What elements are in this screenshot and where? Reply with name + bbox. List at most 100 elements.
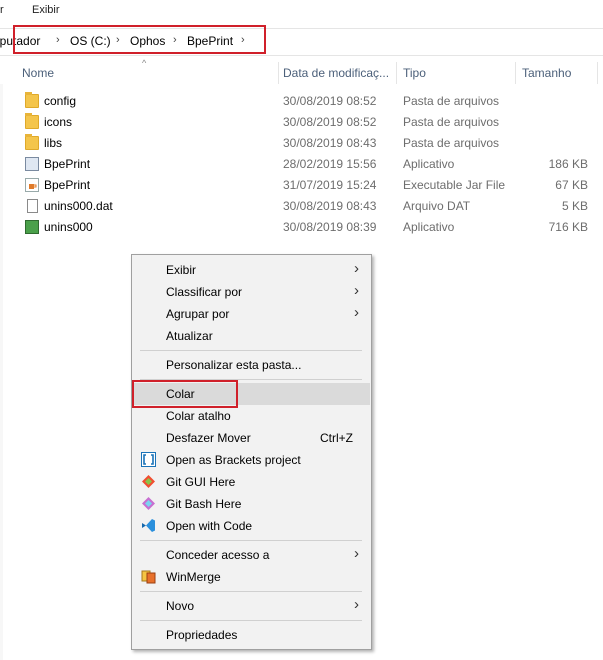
menu-item-winmerge[interactable]: WinMerge xyxy=(133,566,370,588)
menu-item-git-gui[interactable]: Git GUI Here xyxy=(133,471,370,493)
jar-file-icon xyxy=(25,178,39,192)
file-row[interactable]: unins000.dat 30/08/2019 08:43 Arquivo DA… xyxy=(0,196,603,217)
menu-item-conceder-acesso[interactable]: Conceder acesso a › xyxy=(133,544,370,566)
menu-item-label: Conceder acesso a xyxy=(166,548,270,562)
menu-item-label: Desfazer Mover xyxy=(166,431,251,445)
chevron-right-icon: › xyxy=(354,596,359,613)
file-row[interactable]: libs 30/08/2019 08:43 Pasta de arquivos xyxy=(0,133,603,154)
document-icon xyxy=(27,199,38,213)
menu-item-partial[interactable]: r xyxy=(0,4,4,16)
file-name: BpePrint xyxy=(44,157,91,171)
colar-highlight-box xyxy=(132,380,238,408)
menu-item-label: Atualizar xyxy=(166,329,213,343)
menu-separator xyxy=(140,591,362,592)
file-row[interactable]: BpePrint 28/02/2019 15:56 Aplicativo 186… xyxy=(0,154,603,175)
menu-item-label: Git Bash Here xyxy=(166,497,242,511)
file-date: 30/08/2019 08:43 xyxy=(283,199,377,213)
file-type: Pasta de arquivos xyxy=(403,136,500,150)
menu-separator xyxy=(140,540,362,541)
file-name: unins000.dat xyxy=(44,199,113,213)
address-highlight-box xyxy=(13,25,266,54)
folder-icon xyxy=(25,113,39,129)
git-gui-icon xyxy=(141,474,156,489)
menu-item-colar-atalho[interactable]: Colar atalho xyxy=(133,405,370,427)
context-menu: Exibir › Classificar por › Agrupar por ›… xyxy=(131,254,372,650)
menu-item-open-with-code[interactable]: Open with Code xyxy=(133,515,370,537)
menu-item-classificar-por[interactable]: Classificar por › xyxy=(133,281,370,303)
application-icon xyxy=(25,157,39,171)
file-type: Aplicativo xyxy=(403,220,455,234)
file-size: 716 KB xyxy=(548,220,588,234)
vscode-icon xyxy=(141,518,156,533)
file-size: 186 KB xyxy=(548,157,588,171)
menu-separator xyxy=(140,620,362,621)
menu-item-exibir[interactable]: Exibir › xyxy=(133,259,370,281)
file-row[interactable]: icons 30/08/2019 08:52 Pasta de arquivos xyxy=(0,112,603,133)
uninstaller-icon xyxy=(25,220,39,234)
file-date: 30/08/2019 08:52 xyxy=(283,94,377,108)
menu-item-atualizar[interactable]: Atualizar xyxy=(133,325,370,347)
file-date: 28/02/2019 15:56 xyxy=(283,157,377,171)
file-type: Pasta de arquivos xyxy=(403,115,500,129)
file-date: 30/08/2019 08:39 xyxy=(283,220,377,234)
menu-item-novo[interactable]: Novo › xyxy=(133,595,370,617)
git-bash-icon xyxy=(141,496,156,511)
chevron-right-icon: › xyxy=(354,260,359,277)
column-divider[interactable] xyxy=(597,62,598,84)
menu-item-agrupar-por[interactable]: Agrupar por › xyxy=(133,303,370,325)
file-size: 67 KB xyxy=(555,178,588,192)
folder-icon xyxy=(25,134,39,150)
menu-item-desfazer-mover[interactable]: Desfazer Mover Ctrl+Z xyxy=(133,427,370,449)
file-name: config xyxy=(44,94,77,108)
file-type: Executable Jar File xyxy=(403,178,506,192)
menu-item-label: Agrupar por xyxy=(166,307,230,321)
file-type: Aplicativo xyxy=(403,157,455,171)
file-name: icons xyxy=(44,115,73,129)
brackets-icon xyxy=(141,452,156,467)
menu-item-exibir[interactable]: Exibir xyxy=(32,4,60,16)
menu-item-git-bash[interactable]: Git Bash Here xyxy=(133,493,370,515)
chevron-right-icon: › xyxy=(354,282,359,299)
menu-item-label: WinMerge xyxy=(166,570,221,584)
menu-item-label: Personalizar esta pasta... xyxy=(166,358,302,372)
file-name: BpePrint xyxy=(44,178,91,192)
folder-icon xyxy=(25,92,39,108)
menu-item-label: Novo xyxy=(166,599,195,613)
chevron-right-icon: › xyxy=(354,304,359,321)
column-divider[interactable] xyxy=(515,62,516,84)
sort-ascending-icon: ^ xyxy=(142,58,147,68)
column-divider[interactable] xyxy=(278,62,279,84)
menu-item-propriedades[interactable]: Propriedades xyxy=(133,624,370,646)
menu-item-label: Open with Code xyxy=(166,519,253,533)
column-divider[interactable] xyxy=(396,62,397,84)
menu-item-personalizar[interactable]: Personalizar esta pasta... xyxy=(133,354,370,376)
file-date: 30/08/2019 08:43 xyxy=(283,136,377,150)
file-row[interactable]: config 30/08/2019 08:52 Pasta de arquivo… xyxy=(0,91,603,112)
column-date[interactable]: Data de modificaç... xyxy=(283,66,389,80)
column-header: ^ Nome Data de modificaç... Tipo Tamanho xyxy=(0,58,603,84)
menu-item-label: Exibir xyxy=(166,263,197,277)
file-date: 31/07/2019 15:24 xyxy=(283,178,377,192)
file-size: 5 KB xyxy=(561,199,588,213)
file-row[interactable]: BpePrint 31/07/2019 15:24 Executable Jar… xyxy=(0,175,603,196)
file-type: Arquivo DAT xyxy=(403,199,471,213)
file-name: libs xyxy=(44,136,63,150)
menu-item-label: Propriedades xyxy=(166,628,238,642)
column-type[interactable]: Tipo xyxy=(403,66,426,80)
menu-item-brackets[interactable]: Open as Brackets project xyxy=(133,449,370,471)
menu-item-label: Open as Brackets project xyxy=(166,453,301,467)
menu-separator xyxy=(140,350,362,351)
menu-item-label: Classificar por xyxy=(166,285,243,299)
menu-item-label: Colar atalho xyxy=(166,409,231,423)
menu-item-label: Git GUI Here xyxy=(166,475,236,489)
file-type: Pasta de arquivos xyxy=(403,94,500,108)
file-name: unins000 xyxy=(44,220,93,234)
column-size[interactable]: Tamanho xyxy=(522,66,571,80)
menu-bar: r Exibir xyxy=(0,0,603,20)
menu-item-shortcut: Ctrl+Z xyxy=(320,431,353,445)
file-date: 30/08/2019 08:52 xyxy=(283,115,377,129)
column-name[interactable]: Nome xyxy=(22,66,54,80)
chevron-right-icon: › xyxy=(354,545,359,562)
winmerge-icon xyxy=(141,569,156,584)
file-row[interactable]: unins000 30/08/2019 08:39 Aplicativo 716… xyxy=(0,217,603,238)
